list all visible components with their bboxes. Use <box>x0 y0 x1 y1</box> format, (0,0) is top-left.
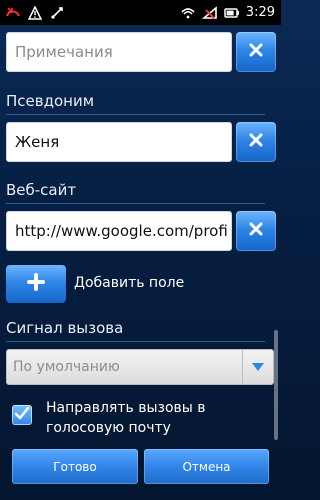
warning-icon <box>27 5 43 21</box>
nickname-label: Псевдоним <box>6 92 95 110</box>
scrollbar[interactable] <box>274 330 278 440</box>
done-label: Готово <box>53 459 97 474</box>
wifi-icon <box>180 5 196 21</box>
status-bar: 3:29 <box>0 0 281 25</box>
done-button[interactable]: Готово <box>12 449 138 484</box>
notes-field[interactable]: Примечания <box>6 32 232 72</box>
status-right: 3:29 <box>180 5 281 21</box>
website-divider <box>6 203 265 204</box>
clear-website-button[interactable] <box>236 211 276 251</box>
checkmark-icon <box>14 405 30 425</box>
website-field[interactable]: http://www.google.com/profi <box>6 211 232 251</box>
add-field-button[interactable] <box>6 265 66 303</box>
website-label: Веб-сайт <box>6 181 77 199</box>
usb-icon <box>49 5 65 21</box>
no-sim-icon <box>201 5 218 21</box>
ringtone-selected: По умолчанию <box>13 359 120 375</box>
plus-icon <box>27 273 45 295</box>
battery-icon <box>224 5 240 21</box>
close-icon <box>248 221 264 241</box>
clear-nickname-button[interactable] <box>236 122 276 162</box>
voicemail-label[interactable]: Направлять вызовы в голосовую почту <box>46 398 266 438</box>
chevron-down-icon[interactable] <box>242 350 273 384</box>
ringtone-divider <box>6 341 265 342</box>
nickname-divider <box>6 114 265 115</box>
ringtone-label: Сигнал вызова <box>6 319 124 337</box>
close-icon <box>248 132 264 152</box>
nickname-value: Женя <box>15 133 60 151</box>
cancel-button[interactable]: Отмена <box>144 449 269 484</box>
add-field-label[interactable]: Добавить поле <box>74 275 184 291</box>
missed-call-icon <box>5 5 21 21</box>
voicemail-checkbox[interactable] <box>12 405 32 425</box>
website-value: http://www.google.com/profi <box>15 222 228 240</box>
close-icon <box>248 42 264 62</box>
cancel-label: Отмена <box>182 459 231 474</box>
status-time: 3:29 <box>245 5 275 20</box>
notes-placeholder: Примечания <box>15 43 113 61</box>
ringtone-dropdown[interactable]: По умолчанию <box>6 349 274 385</box>
status-left <box>0 5 65 21</box>
nickname-field[interactable]: Женя <box>6 122 232 162</box>
clear-notes-button[interactable] <box>236 32 276 72</box>
